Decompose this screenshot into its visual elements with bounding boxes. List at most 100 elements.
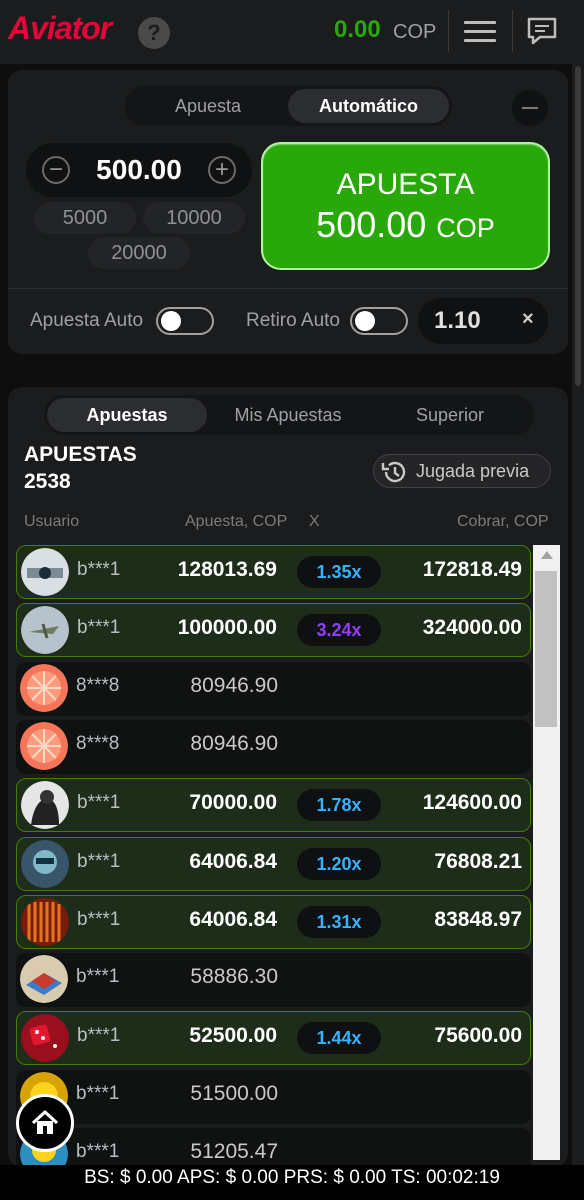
row-multiplier: 1.44x [297,1022,381,1054]
hamburger-icon[interactable] [464,21,496,43]
bet-mode-tabs: Apuesta Automático [125,86,452,126]
row-bet-amount: 64006.84 [189,908,277,931]
row-user: b***1 [76,1141,120,1162]
table-row: b***1 70000.00 1.78x 124600.00 [16,778,531,832]
tab-superior[interactable]: Superior [369,398,531,432]
table-row: b***1 128013.69 1.35x 172818.49 [16,545,531,599]
row-user: b***1 [77,851,121,872]
bets-title: APUESTAS [24,443,137,466]
row-bet-amount: 80946.90 [190,732,278,755]
row-user: 8***8 [76,733,120,754]
row-bet-amount: 58886.30 [190,965,278,988]
table-row: b***1 58886.30 [16,953,531,1007]
balance-amount: 0.00 [334,16,381,43]
row-multiplier: 1.31x [297,906,381,938]
row-cashout: 324000.00 [422,616,522,639]
quick-amount-5000[interactable]: 5000 [34,202,136,234]
chat-icon[interactable] [526,16,558,51]
row-multiplier: 1.78x [297,789,381,821]
avatar [21,1014,69,1062]
aviator-logo: Aviator [8,10,112,46]
avatar [20,664,68,712]
avatar [21,548,69,596]
row-user: b***1 [77,1025,121,1046]
bet-button[interactable]: APUESTA 500.00 COP [261,142,550,270]
row-bet-amount: 100000.00 [177,616,277,639]
bet-button-currency: COP [436,213,495,243]
row-user: b***1 [77,792,121,813]
cashout-multiplier-input[interactable]: 1.10 × [418,298,548,344]
decrease-icon[interactable]: − [42,156,70,184]
table-row: b***1 64006.84 1.20x 76808.21 [16,837,531,891]
row-multiplier: 1.20x [297,848,381,880]
close-icon[interactable]: × [522,308,534,331]
question-icon[interactable]: ? [138,17,170,49]
auto-cashout-toggle[interactable] [350,307,408,335]
row-bet-amount: 51205.47 [190,1140,278,1163]
avatar [20,722,68,770]
column-cashout: Cobrar, COP [457,513,549,530]
top-bar: Aviator ? 0.00 COP [0,0,584,64]
table-row: b***1 51500.00 [16,1070,531,1124]
home-icon [31,1110,59,1134]
row-user: b***1 [77,617,121,638]
row-bet-amount: 52500.00 [189,1024,277,1047]
quick-amount-10000[interactable]: 10000 [143,202,245,234]
row-multiplier: 1.35x [297,556,381,588]
bet-button-amount-line: 500.00 COP [263,204,548,246]
minus-icon[interactable] [512,90,548,126]
row-cashout: 83848.97 [434,908,522,931]
column-bet: Apuesta, COP [185,513,288,530]
balance-currency: COP [393,21,437,43]
row-cashout: 75600.00 [434,1024,522,1047]
stake-stepper: 500.00 − + [26,143,252,197]
tab-mis-apuestas[interactable]: Mis Apuestas [207,398,369,432]
cashout-multiplier-value: 1.10 [434,307,481,334]
tab-apuesta[interactable]: Apuesta [128,89,288,123]
table-row: b***1 52500.00 1.44x 75600.00 [16,1011,531,1065]
auto-cashout-label: Retiro Auto [246,310,340,331]
history-icon [381,461,406,483]
tab-apuestas[interactable]: Apuestas [47,398,207,432]
row-bet-amount: 64006.84 [189,850,277,873]
previous-round-label: Jugada previa [416,461,530,481]
row-user: 8***8 [76,675,120,696]
row-bet-amount: 70000.00 [189,791,277,814]
tab-automatico[interactable]: Automático [288,89,449,123]
row-cashout: 76808.21 [434,850,522,873]
row-user: b***1 [77,559,121,580]
avatar [20,955,68,1003]
scroll-up-icon[interactable] [541,551,553,559]
row-bet-amount: 51500.00 [190,1082,278,1105]
divider [512,10,513,52]
list-scrollbar[interactable] [533,545,560,1160]
auto-bet-label: Apuesta Auto [30,310,144,331]
row-cashout: 172818.49 [422,558,522,581]
divider [448,10,449,52]
avatar [21,606,69,654]
column-multiplier: X [309,513,320,530]
previous-round-button[interactable]: Jugada previa [373,454,551,488]
quick-amount-20000[interactable]: 20000 [88,237,190,269]
avatar [21,898,69,946]
table-row: 8***8 80946.90 [16,720,531,774]
bets-tabs: Apuestas Mis Apuestas Superior [44,395,534,435]
bets-count: 2538 [24,470,71,493]
table-row: 8***8 80946.90 [16,662,531,716]
row-multiplier: 3.24x [297,614,381,646]
status-footer: BS: $ 0.00 APS: $ 0.00 PRS: $ 0.00 TS: 0… [0,1165,584,1200]
row-bet-amount: 128013.69 [177,558,277,581]
row-user: b***1 [76,966,120,987]
increase-icon[interactable]: + [208,156,236,184]
home-button[interactable] [16,1094,74,1152]
avatar [21,781,69,829]
bet-button-label: APUESTA [336,168,475,201]
table-row: b***1 100000.00 3.24x 324000.00 [16,603,531,657]
auto-bet-toggle[interactable] [156,307,214,335]
row-cashout: 124600.00 [422,791,522,814]
divider [8,288,568,289]
row-bet-amount: 80946.90 [190,674,278,697]
page-scrollbar[interactable] [572,0,584,1165]
row-user: b***1 [77,909,121,930]
avatar [21,840,69,888]
